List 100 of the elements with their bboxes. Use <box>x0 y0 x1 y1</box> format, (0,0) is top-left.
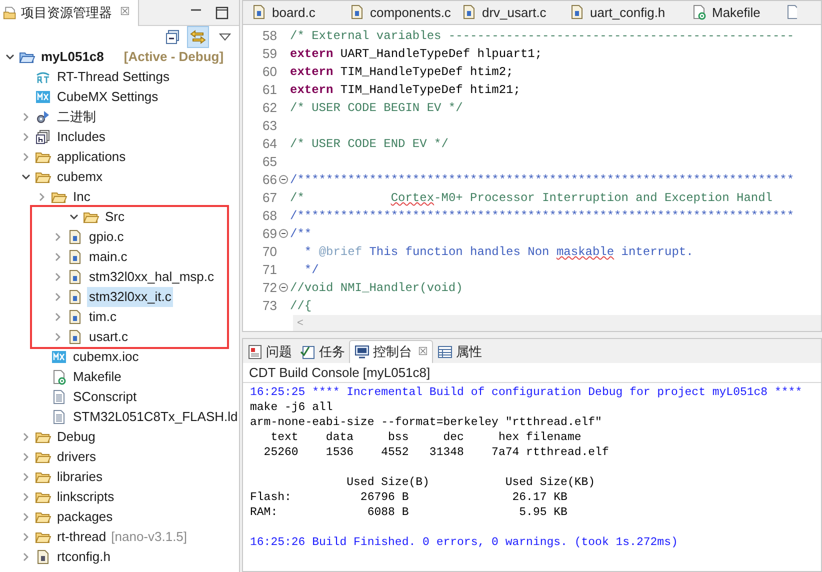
line-number: 66 <box>262 170 277 188</box>
tree-item[interactable]: cubemx.ioc <box>71 347 141 367</box>
c-file-icon <box>67 269 83 285</box>
tree-item[interactable]: 二进制 <box>55 107 98 127</box>
maximize-icon[interactable] <box>215 6 229 20</box>
c-file-icon <box>67 309 83 325</box>
fold-icon[interactable] <box>279 229 288 238</box>
close-icon[interactable]: ☒ <box>418 344 428 360</box>
line-number: 73 <box>262 296 277 314</box>
code-line: //{ <box>290 298 312 314</box>
chevron-down-icon[interactable] <box>5 52 15 62</box>
tree-item[interactable]: stm32l0xx_it.c <box>87 287 174 307</box>
editor-tab[interactable]: board.c <box>243 1 341 24</box>
line-number: 70 <box>262 242 277 260</box>
editor-tab[interactable]: uart_config.h <box>561 1 683 24</box>
close-icon[interactable]: ☒ <box>120 4 130 21</box>
explorer-tab[interactable]: 项目资源管理器 ☒ <box>0 0 139 26</box>
console-line: make -j6 all <box>250 400 334 415</box>
task-list-icon <box>300 344 316 360</box>
tree-item[interactable]: applications <box>55 147 128 167</box>
view-tab[interactable]: 问题 <box>243 340 296 363</box>
table-icon <box>437 344 453 360</box>
c-file-icon <box>349 4 365 20</box>
editor-tab[interactable]: Makefile <box>683 1 781 24</box>
tree-item[interactable]: cubemx <box>55 167 105 187</box>
console-line: 16:25:26 Build Finished. 0 errors, 0 warnings. (took 1s.272ms) <box>250 535 679 550</box>
chevron-down-icon[interactable] <box>69 212 79 222</box>
tree-item[interactable]: myL051c8 <box>39 47 106 67</box>
tree-item[interactable]: Debug <box>55 427 98 447</box>
tree-item[interactable]: STM32L051C8Tx_FLASH.ld <box>71 407 240 427</box>
view-tab[interactable]: 控制台 ☒ <box>349 340 433 363</box>
folder-page-icon <box>3 6 17 20</box>
tree-item[interactable]: Includes <box>55 127 108 147</box>
line-number: 68 <box>262 206 277 224</box>
code-line: /* External variables ------------------------------------------------ <box>290 28 794 44</box>
fold-icon[interactable] <box>279 283 288 292</box>
view-menu-caret-icon[interactable] <box>219 32 231 42</box>
c-file-icon <box>461 4 477 20</box>
text-file-icon <box>51 409 67 425</box>
tree-item[interactable]: Makefile <box>71 367 124 387</box>
code-line: /********************************************************************* <box>290 208 794 224</box>
tree-item[interactable]: linkscripts <box>55 487 116 507</box>
c-file-icon <box>569 4 585 20</box>
code-line: */ <box>303 262 319 278</box>
code-line: /* USER CODE END EV */ <box>290 136 448 152</box>
editor-tab[interactable]: components.c <box>341 1 453 24</box>
line-number: 71 <box>262 260 277 278</box>
makefile-icon <box>691 4 707 20</box>
tree-item[interactable]: main.c <box>87 247 130 267</box>
code-line: extern TIM_HandleTypeDef htim2; <box>290 64 514 80</box>
console-line: Flash: 26796 B 26.17 KB <box>250 490 568 505</box>
code-line: /* Cortex-M0+ Processor Interruption and Exception Handl <box>290 190 773 206</box>
view-tab[interactable]: 任务 <box>296 340 349 363</box>
cube-app-icon <box>51 349 67 365</box>
code-line: /** <box>290 226 312 242</box>
chevron-down-icon[interactable] <box>21 172 31 182</box>
code-line: //void NMI_Handler(void) <box>290 280 463 296</box>
text-file-icon <box>51 389 67 405</box>
code-line: /* USER CODE BEGIN EV */ <box>290 100 463 116</box>
tree-item[interactable]: CubeMX Settings <box>55 87 160 107</box>
line-number: 69 <box>262 224 277 242</box>
tree-item[interactable]: Inc <box>71 187 92 207</box>
console-line: 16:25:25 **** Incremental Build of configuration Debug for project myL051c8 **** <box>250 385 804 400</box>
console-line: RAM: 6088 B 5.95 KB <box>250 505 568 520</box>
line-number: 62 <box>262 98 277 116</box>
console-line: text data bss dec hex filename <box>270 430 582 445</box>
tree-item[interactable]: SConscript <box>71 387 139 407</box>
version-label: [nano-v3.1.5] <box>111 528 188 546</box>
tree-item[interactable]: libraries <box>55 467 105 487</box>
tree-item[interactable]: usart.c <box>87 327 130 347</box>
tree-item[interactable]: Src <box>103 207 126 227</box>
file-tab-icon[interactable] <box>785 4 797 20</box>
code-line: extern TIM_HandleTypeDef htim21; <box>290 82 520 98</box>
line-number: 60 <box>262 62 277 80</box>
includes-library-icon <box>35 129 51 145</box>
tree-item[interactable]: drivers <box>55 447 98 467</box>
c-file-icon <box>67 229 83 245</box>
console-line: 25260 1536 4552 31348 7a74 rtthread.elf <box>262 445 610 460</box>
link-editor-button[interactable] <box>187 26 209 48</box>
chevron-right-icon[interactable] <box>37 192 47 202</box>
fold-icon[interactable] <box>279 175 288 184</box>
tree-item[interactable]: rtconfig.h <box>55 547 112 567</box>
line-number: 72 <box>262 278 277 296</box>
collapse-all-icon[interactable] <box>165 28 181 44</box>
console-line: arm-none-eabi-size --format=berkeley "rtthread.elf" <box>250 415 603 430</box>
tree-item[interactable]: gpio.c <box>87 227 126 247</box>
line-number: 65 <box>262 152 277 170</box>
tree-item[interactable]: tim.c <box>87 307 118 327</box>
tree-item[interactable]: packages <box>55 507 115 527</box>
build-config-label: [Active - Debug] <box>124 48 224 66</box>
line-number: 67 <box>262 188 277 206</box>
header-file-icon <box>35 549 51 565</box>
tree-item[interactable]: stm32l0xx_hal_msp.c <box>87 267 216 287</box>
tree-item[interactable]: rt-thread <box>55 527 108 547</box>
editor-tab[interactable]: drv_usart.c <box>453 1 561 24</box>
c-file-icon <box>251 4 267 20</box>
tree-item[interactable]: RT-Thread Settings <box>55 67 172 87</box>
line-number: 58 <box>262 26 277 44</box>
c-file-icon <box>67 329 83 345</box>
view-tab[interactable]: 属性 <box>433 340 486 363</box>
